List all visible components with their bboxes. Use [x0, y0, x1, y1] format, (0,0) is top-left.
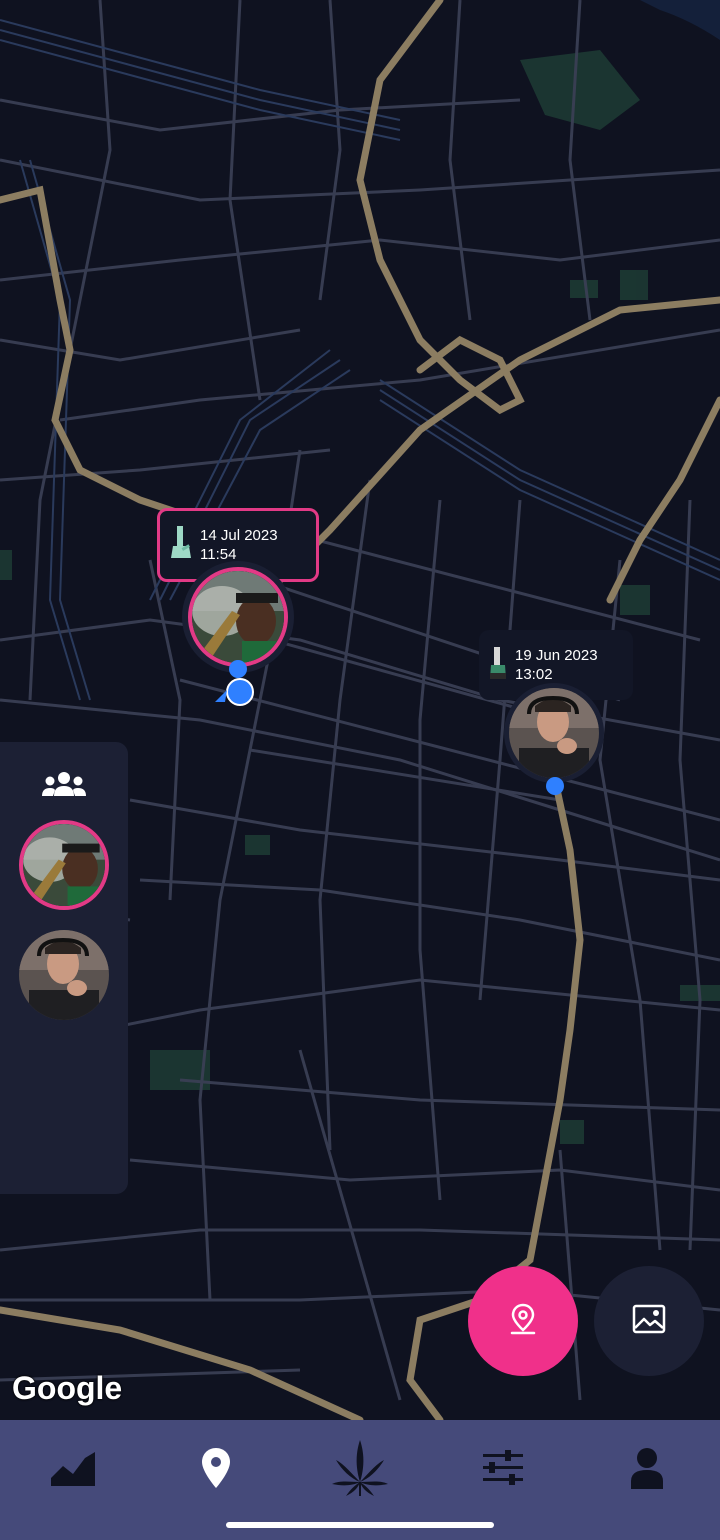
group-icon — [40, 770, 88, 803]
bong-icon — [489, 645, 507, 686]
map-marker-avatar-snoop[interactable] — [188, 567, 288, 667]
avatar-photo — [192, 571, 284, 663]
location-fab-button[interactable] — [468, 1266, 578, 1376]
avatar-photo — [19, 930, 109, 1020]
map-view[interactable]: 14 Jul 2023 11:54 19 Jun 2023 13:02 Goog… — [0, 0, 720, 1420]
marker-date: 19 Jun 2023 — [515, 647, 598, 664]
my-location-dot — [226, 678, 254, 706]
chart-icon — [49, 1448, 97, 1493]
nav-stats[interactable] — [33, 1440, 113, 1500]
marker-time: 11:54 — [200, 546, 237, 563]
nav-strains[interactable] — [320, 1438, 400, 1503]
map-marker-avatar-elon[interactable] — [504, 683, 604, 783]
friend-avatar-elon[interactable] — [19, 930, 109, 1020]
map-canvas[interactable] — [0, 0, 720, 1420]
location-pin-icon — [201, 1447, 231, 1494]
sliders-icon — [481, 1448, 525, 1493]
direction-arrow-icon — [215, 690, 227, 702]
friend-avatar-snoop[interactable] — [19, 820, 109, 910]
cannabis-leaf-icon — [332, 1438, 388, 1503]
nav-profile[interactable] — [607, 1440, 687, 1500]
bong-icon — [170, 524, 192, 567]
image-icon — [632, 1304, 666, 1339]
home-indicator — [226, 1522, 494, 1528]
nav-map[interactable] — [176, 1440, 256, 1500]
avatar-photo — [509, 688, 599, 778]
map-pin-icon — [508, 1302, 538, 1341]
friends-panel — [0, 742, 128, 1194]
marker-time: 13:02 — [515, 666, 553, 683]
nav-settings[interactable] — [463, 1440, 543, 1500]
avatar-photo — [23, 824, 105, 906]
marker-anchor-dot — [229, 660, 247, 678]
gallery-fab-button[interactable] — [594, 1266, 704, 1376]
marker-date: 14 Jul 2023 — [200, 527, 278, 544]
marker-anchor-dot — [546, 777, 564, 795]
user-icon — [629, 1447, 665, 1494]
google-logo: Google — [12, 1370, 123, 1406]
